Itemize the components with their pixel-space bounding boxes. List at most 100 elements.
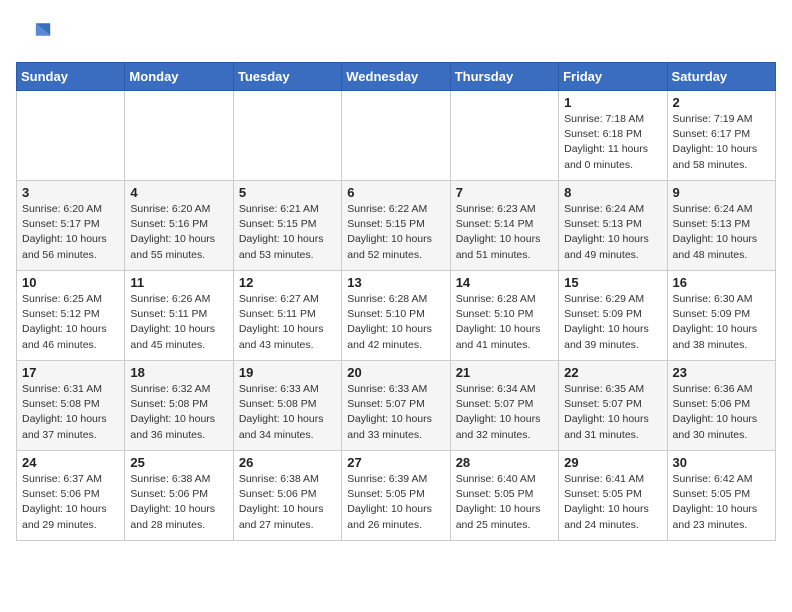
day-info: Sunrise: 6:34 AM Sunset: 5:07 PM Dayligh… [456, 382, 553, 443]
day-number: 6 [347, 185, 444, 200]
calendar-cell [342, 91, 450, 181]
day-number: 25 [130, 455, 227, 470]
calendar-cell: 25 Sunrise: 6:38 AM Sunset: 5:06 PM Dayli… [125, 451, 233, 541]
day-number: 8 [564, 185, 661, 200]
day-number: 28 [456, 455, 553, 470]
day-info: Sunrise: 6:28 AM Sunset: 5:10 PM Dayligh… [347, 292, 444, 353]
day-number: 10 [22, 275, 119, 290]
day-number: 11 [130, 275, 227, 290]
calendar-cell: 15 Sunrise: 6:29 AM Sunset: 5:09 PM Dayli… [559, 271, 667, 361]
calendar-cell: 4Sunrise: 6:20 AM Sunset: 5:16 PM Daylig… [125, 181, 233, 271]
day-number: 30 [673, 455, 770, 470]
calendar-cell [233, 91, 341, 181]
calendar-cell [17, 91, 125, 181]
calendar-cell: 6 Sunrise: 6:22 AM Sunset: 5:15 PM Daylig… [342, 181, 450, 271]
day-info: Sunrise: 6:31 AM Sunset: 5:08 PM Dayligh… [22, 382, 119, 443]
calendar-cell: 24Sunrise: 6:37 AM Sunset: 5:06 PM Dayli… [17, 451, 125, 541]
day-info: Sunrise: 6:30 AM Sunset: 5:09 PM Dayligh… [673, 292, 770, 353]
calendar-cell: 22 Sunrise: 6:35 AM Sunset: 5:07 PM Dayli… [559, 361, 667, 451]
day-number: 7 [456, 185, 553, 200]
day-number: 29 [564, 455, 661, 470]
day-info: Sunrise: 6:38 AM Sunset: 5:06 PM Dayligh… [130, 472, 227, 533]
calendar-cell: 12 Sunrise: 6:27 AM Sunset: 5:11 PM Dayli… [233, 271, 341, 361]
calendar-cell: 2 Sunrise: 7:19 AM Sunset: 6:17 PM Daylig… [667, 91, 775, 181]
day-number: 18 [130, 365, 227, 380]
day-number: 23 [673, 365, 770, 380]
day-info: Sunrise: 6:24 AM Sunset: 5:13 PM Dayligh… [673, 202, 770, 263]
day-number: 19 [239, 365, 336, 380]
calendar-header-sunday: Sunday [17, 63, 125, 91]
logo [16, 16, 58, 52]
day-info: Sunrise: 6:35 AM Sunset: 5:07 PM Dayligh… [564, 382, 661, 443]
day-number: 3 [22, 185, 119, 200]
calendar-cell: 28Sunrise: 6:40 AM Sunset: 5:05 PM Dayli… [450, 451, 558, 541]
day-number: 1 [564, 95, 661, 110]
page-header [16, 16, 776, 52]
calendar-cell: 14Sunrise: 6:28 AM Sunset: 5:10 PM Dayli… [450, 271, 558, 361]
day-info: Sunrise: 6:32 AM Sunset: 5:08 PM Dayligh… [130, 382, 227, 443]
calendar-header-tuesday: Tuesday [233, 63, 341, 91]
day-number: 2 [673, 95, 770, 110]
day-info: Sunrise: 6:33 AM Sunset: 5:07 PM Dayligh… [347, 382, 444, 443]
calendar-cell: 17Sunrise: 6:31 AM Sunset: 5:08 PM Dayli… [17, 361, 125, 451]
day-info: Sunrise: 6:23 AM Sunset: 5:14 PM Dayligh… [456, 202, 553, 263]
day-number: 13 [347, 275, 444, 290]
day-info: Sunrise: 6:22 AM Sunset: 5:15 PM Dayligh… [347, 202, 444, 263]
day-info: Sunrise: 6:27 AM Sunset: 5:11 PM Dayligh… [239, 292, 336, 353]
logo-icon [16, 16, 52, 52]
day-number: 14 [456, 275, 553, 290]
day-info: Sunrise: 7:19 AM Sunset: 6:17 PM Dayligh… [673, 112, 770, 173]
calendar-week-2: 3 Sunrise: 6:20 AM Sunset: 5:17 PM Daylig… [17, 181, 776, 271]
calendar-header-thursday: Thursday [450, 63, 558, 91]
calendar-header-wednesday: Wednesday [342, 63, 450, 91]
calendar-cell: 26 Sunrise: 6:38 AM Sunset: 5:06 PM Dayli… [233, 451, 341, 541]
day-number: 15 [564, 275, 661, 290]
calendar-cell: 5Sunrise: 6:21 AM Sunset: 5:15 PM Daylig… [233, 181, 341, 271]
day-info: Sunrise: 6:24 AM Sunset: 5:13 PM Dayligh… [564, 202, 661, 263]
calendar-header-saturday: Saturday [667, 63, 775, 91]
day-number: 20 [347, 365, 444, 380]
calendar-cell [450, 91, 558, 181]
day-number: 4 [130, 185, 227, 200]
day-info: Sunrise: 6:20 AM Sunset: 5:17 PM Dayligh… [22, 202, 119, 263]
day-info: Sunrise: 6:41 AM Sunset: 5:05 PM Dayligh… [564, 472, 661, 533]
calendar-week-3: 10 Sunrise: 6:25 AM Sunset: 5:12 PM Dayli… [17, 271, 776, 361]
day-number: 21 [456, 365, 553, 380]
calendar-header-friday: Friday [559, 63, 667, 91]
calendar-header-monday: Monday [125, 63, 233, 91]
calendar-week-5: 24Sunrise: 6:37 AM Sunset: 5:06 PM Dayli… [17, 451, 776, 541]
calendar-cell: 27Sunrise: 6:39 AM Sunset: 5:05 PM Dayli… [342, 451, 450, 541]
calendar-cell: 9 Sunrise: 6:24 AM Sunset: 5:13 PM Daylig… [667, 181, 775, 271]
day-number: 9 [673, 185, 770, 200]
calendar-cell: 7 Sunrise: 6:23 AM Sunset: 5:14 PM Daylig… [450, 181, 558, 271]
day-number: 27 [347, 455, 444, 470]
calendar-cell: 10 Sunrise: 6:25 AM Sunset: 5:12 PM Dayli… [17, 271, 125, 361]
day-info: Sunrise: 6:36 AM Sunset: 5:06 PM Dayligh… [673, 382, 770, 443]
calendar-cell: 8 Sunrise: 6:24 AM Sunset: 5:13 PM Daylig… [559, 181, 667, 271]
calendar-cell: 23 Sunrise: 6:36 AM Sunset: 5:06 PM Dayli… [667, 361, 775, 451]
calendar-cell [125, 91, 233, 181]
day-info: Sunrise: 6:42 AM Sunset: 5:05 PM Dayligh… [673, 472, 770, 533]
day-info: Sunrise: 6:25 AM Sunset: 5:12 PM Dayligh… [22, 292, 119, 353]
day-info: Sunrise: 6:29 AM Sunset: 5:09 PM Dayligh… [564, 292, 661, 353]
day-number: 26 [239, 455, 336, 470]
day-info: Sunrise: 6:26 AM Sunset: 5:11 PM Dayligh… [130, 292, 227, 353]
calendar-cell: 16Sunrise: 6:30 AM Sunset: 5:09 PM Dayli… [667, 271, 775, 361]
calendar-cell: 1 Sunrise: 7:18 AM Sunset: 6:18 PM Daylig… [559, 91, 667, 181]
day-info: Sunrise: 6:33 AM Sunset: 5:08 PM Dayligh… [239, 382, 336, 443]
day-info: Sunrise: 7:18 AM Sunset: 6:18 PM Dayligh… [564, 112, 661, 173]
calendar-header: SundayMondayTuesdayWednesdayThursdayFrid… [17, 63, 776, 91]
calendar-week-4: 17Sunrise: 6:31 AM Sunset: 5:08 PM Dayli… [17, 361, 776, 451]
day-info: Sunrise: 6:38 AM Sunset: 5:06 PM Dayligh… [239, 472, 336, 533]
calendar-week-1: 1 Sunrise: 7:18 AM Sunset: 6:18 PM Daylig… [17, 91, 776, 181]
calendar-cell: 19 Sunrise: 6:33 AM Sunset: 5:08 PM Dayli… [233, 361, 341, 451]
day-number: 5 [239, 185, 336, 200]
calendar-cell: 11 Sunrise: 6:26 AM Sunset: 5:11 PM Dayli… [125, 271, 233, 361]
calendar-cell: 29 Sunrise: 6:41 AM Sunset: 5:05 PM Dayli… [559, 451, 667, 541]
calendar: SundayMondayTuesdayWednesdayThursdayFrid… [16, 62, 776, 541]
calendar-cell: 3 Sunrise: 6:20 AM Sunset: 5:17 PM Daylig… [17, 181, 125, 271]
day-number: 12 [239, 275, 336, 290]
day-number: 22 [564, 365, 661, 380]
calendar-cell: 18 Sunrise: 6:32 AM Sunset: 5:08 PM Dayli… [125, 361, 233, 451]
calendar-cell: 30 Sunrise: 6:42 AM Sunset: 5:05 PM Dayli… [667, 451, 775, 541]
